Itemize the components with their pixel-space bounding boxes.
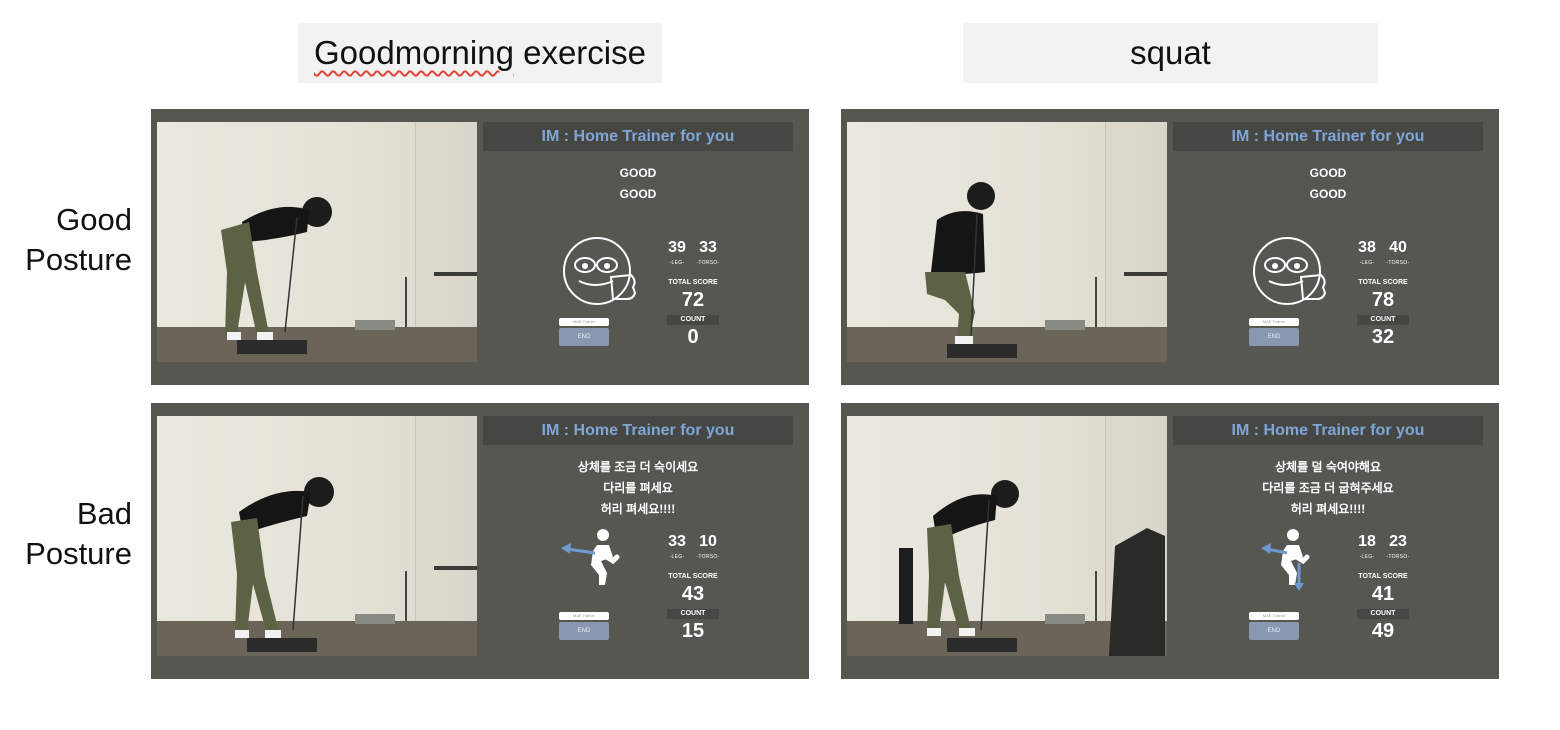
- person-bending-figure: [221, 197, 332, 340]
- app-title: IM : Home Trainer for you: [483, 122, 793, 151]
- app-title: IM : Home Trainer for you: [1173, 416, 1483, 445]
- total-score-label: TOTAL SCORE: [1358, 279, 1408, 286]
- camera-feed: [847, 122, 1167, 362]
- torso-angle-value: 40: [1389, 239, 1407, 256]
- app-title: IM : Home Trainer for you: [483, 416, 793, 445]
- torso-angle-label: -TORSO-: [696, 260, 720, 266]
- camera-feed: [157, 122, 477, 362]
- person-bending-figure: [231, 477, 334, 638]
- trainer-panel-squat-good: IM : Home Trainer for you GOOD GOOD 38 4…: [841, 109, 1499, 385]
- torso-angle-label: -TORSO-: [1386, 260, 1410, 266]
- feedback-line: 다리를 펴세요: [603, 481, 673, 495]
- count-value: 49: [1371, 620, 1395, 642]
- leg-angle-value: 33: [668, 533, 686, 550]
- total-score-value: 41: [1371, 583, 1395, 605]
- row-label-line1: Bad: [76, 496, 132, 531]
- trainer-panel-goodmorning-bad: IM : Home Trainer for you 상체를 조금 더 숙이세요 …: [151, 403, 809, 679]
- torso-angle-value: 10: [699, 533, 717, 550]
- torso-angle-value: 23: [1389, 533, 1407, 550]
- thumbs-up-emoji-icon: [1251, 233, 1331, 313]
- posture-correction-figure-icon: [1251, 527, 1331, 607]
- torso-angle-label: -TORSO-: [1386, 554, 1410, 560]
- leg-angle-value: 38: [1358, 239, 1376, 256]
- feedback-line: GOOD: [1309, 166, 1347, 180]
- camera-feed: [157, 416, 477, 656]
- column-header-rest: exercise: [513, 34, 646, 71]
- thumbs-up-emoji-icon: [561, 233, 641, 313]
- count-label: COUNT: [667, 315, 719, 325]
- trainer-name-input[interactable]: MAE Trainer: [1249, 318, 1299, 326]
- app-title: IM : Home Trainer for you: [1173, 122, 1483, 151]
- feedback-line: 허리 펴세요!!!!: [1290, 502, 1366, 516]
- leg-angle-value: 39: [668, 239, 686, 256]
- column-header-goodmorning: Goodmorning exercise: [298, 23, 662, 83]
- count-label: COUNT: [1357, 315, 1409, 325]
- leg-angle-label: -LEG-: [669, 554, 685, 560]
- trainer-name-input[interactable]: MAE Trainer: [559, 612, 609, 620]
- trainer-name-input[interactable]: MAE Trainer: [1249, 612, 1299, 620]
- total-score-value: 43: [681, 583, 705, 605]
- total-score-label: TOTAL SCORE: [668, 573, 718, 580]
- end-button[interactable]: END: [1249, 622, 1299, 640]
- row-label-line2: Posture: [25, 536, 132, 571]
- feedback-line: 상체를 조금 더 숙이세요: [577, 460, 699, 474]
- row-label-line1: Good: [56, 202, 132, 237]
- posture-correction-figure-icon: [561, 527, 641, 607]
- feedback-line: 허리 펴세요!!!!: [600, 502, 676, 516]
- total-score-value: 78: [1371, 289, 1395, 311]
- torso-angle-value: 33: [699, 239, 717, 256]
- person-squatting-figure: [925, 182, 995, 344]
- leg-angle-label: -LEG-: [669, 260, 685, 266]
- feedback-line: GOOD: [619, 166, 657, 180]
- camera-feed: [847, 416, 1167, 656]
- row-label-line2: Posture: [25, 242, 132, 277]
- feedback-line: GOOD: [1309, 187, 1347, 201]
- leg-angle-label: -LEG-: [1359, 260, 1375, 266]
- count-label: COUNT: [667, 609, 719, 619]
- end-button[interactable]: END: [559, 622, 609, 640]
- total-score-label: TOTAL SCORE: [1358, 573, 1408, 580]
- person-bending-figure: [927, 480, 1165, 656]
- count-label: COUNT: [1357, 609, 1409, 619]
- total-score-value: 72: [681, 289, 705, 311]
- trainer-panel-goodmorning-good: IM : Home Trainer for you GOOD GOOD 39 3…: [151, 109, 809, 385]
- count-value: 0: [687, 326, 699, 348]
- total-score-label: TOTAL SCORE: [668, 279, 718, 286]
- column-header-label: squat: [1130, 34, 1211, 71]
- trainer-panel-squat-bad: IM : Home Trainer for you 상체를 덜 숙여야해요 다리…: [841, 403, 1499, 679]
- row-label-bad-posture: Bad Posture: [0, 494, 132, 574]
- feedback-line: 상체를 덜 숙여야해요: [1274, 460, 1382, 474]
- leg-angle-label: -LEG-: [1359, 554, 1375, 560]
- end-button[interactable]: END: [1249, 328, 1299, 346]
- trainer-name-input[interactable]: MAE Trainer: [559, 318, 609, 326]
- end-button[interactable]: END: [559, 328, 609, 346]
- feedback-line: 다리를 조금 더 굽혀주세요: [1262, 481, 1394, 495]
- count-value: 32: [1371, 326, 1395, 348]
- row-label-good-posture: Good Posture: [0, 200, 132, 280]
- misspelled-word: Goodmorning: [313, 34, 514, 71]
- feedback-line: GOOD: [619, 187, 657, 201]
- count-value: 15: [681, 620, 705, 642]
- column-header-squat: squat: [963, 23, 1378, 83]
- torso-angle-label: -TORSO-: [696, 554, 720, 560]
- leg-angle-value: 18: [1358, 533, 1376, 550]
